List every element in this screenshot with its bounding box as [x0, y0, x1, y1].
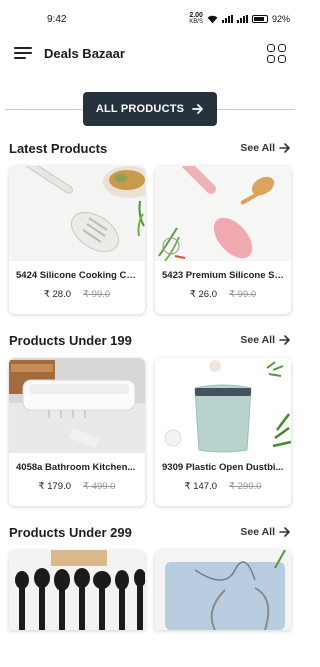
- product-price: ₹ 28.0: [43, 289, 71, 300]
- see-all-label: See All: [240, 526, 275, 538]
- product-image: [155, 550, 291, 630]
- product-image: [9, 166, 145, 261]
- status-bar: 9:42 2.00 KB/S 92%: [0, 0, 300, 38]
- product-image: [155, 358, 291, 453]
- app-bar: Deals Bazaar: [0, 38, 300, 68]
- product-mrp: ₹ 499.0: [83, 481, 116, 492]
- battery-percent: 92%: [271, 14, 290, 24]
- all-products-button[interactable]: ALL PRODUCTS: [83, 92, 217, 126]
- product-price: ₹ 179.0: [38, 481, 71, 492]
- arrow-right-icon: [279, 527, 290, 537]
- section-products-under-199: Products Under 199 See All 4058a Bathroo…: [0, 328, 300, 506]
- arrow-right-icon: [279, 143, 290, 153]
- product-card[interactable]: 5424 Silicone Cooking Coo... ₹ 28.0 ₹ 99…: [9, 166, 145, 314]
- product-card[interactable]: 5423 Premium Silicone Sp... ₹ 26.0 ₹ 99.…: [155, 166, 291, 314]
- status-time: 9:42: [47, 13, 67, 25]
- see-all-label: See All: [240, 334, 275, 346]
- product-name: 5423 Premium Silicone Sp...: [162, 270, 289, 281]
- arrow-right-icon: [192, 104, 204, 114]
- product-name: 9309 Plastic Open Dustbi...: [162, 462, 284, 473]
- product-name: 4058a Bathroom Kitchen...: [16, 462, 136, 473]
- network-speed: 2.00 KB/S: [189, 12, 203, 25]
- product-price: ₹ 147.0: [184, 481, 217, 492]
- signal-icon: [221, 15, 233, 23]
- product-mrp: ₹ 99.0: [83, 289, 111, 300]
- all-products-banner: ALL PRODUCTS: [0, 90, 300, 130]
- wifi-icon: [207, 15, 218, 23]
- section-products-under-299: Products Under 299 See All: [0, 520, 300, 630]
- battery-icon: [251, 15, 268, 23]
- all-products-label: ALL PRODUCTS: [95, 103, 185, 115]
- product-name: 5424 Silicone Cooking Coo...: [16, 270, 145, 281]
- see-all-link[interactable]: See All: [240, 334, 291, 346]
- section-title: Latest Products: [9, 140, 108, 156]
- section-title: Products Under 199: [9, 332, 132, 348]
- status-icons: 2.00 KB/S 92%: [189, 12, 290, 25]
- section-latest-products: Latest Products See All 5424 Silicone Co…: [0, 136, 300, 314]
- product-mrp: ₹ 99.0: [229, 289, 257, 300]
- product-price: ₹ 26.0: [189, 289, 217, 300]
- app-title: Deals Bazaar: [44, 45, 125, 61]
- product-image: [155, 166, 291, 261]
- menu-icon[interactable]: [14, 47, 32, 59]
- product-image: [9, 550, 145, 630]
- section-title: Products Under 299: [9, 524, 132, 540]
- network-speed-unit: KB/S: [189, 19, 203, 25]
- product-card[interactable]: [155, 550, 291, 630]
- see-all-link[interactable]: See All: [240, 142, 291, 154]
- product-card[interactable]: 4058a Bathroom Kitchen... ₹ 179.0 ₹ 499.…: [9, 358, 145, 506]
- arrow-right-icon: [279, 335, 290, 345]
- product-card[interactable]: [9, 550, 145, 630]
- categories-grid-icon[interactable]: [267, 43, 286, 63]
- see-all-label: See All: [240, 142, 275, 154]
- product-image: [9, 358, 145, 453]
- product-card[interactable]: 9309 Plastic Open Dustbi... ₹ 147.0 ₹ 29…: [155, 358, 291, 506]
- see-all-link[interactable]: See All: [240, 526, 291, 538]
- product-mrp: ₹ 299.0: [229, 481, 262, 492]
- signal-icon-2: [236, 15, 248, 23]
